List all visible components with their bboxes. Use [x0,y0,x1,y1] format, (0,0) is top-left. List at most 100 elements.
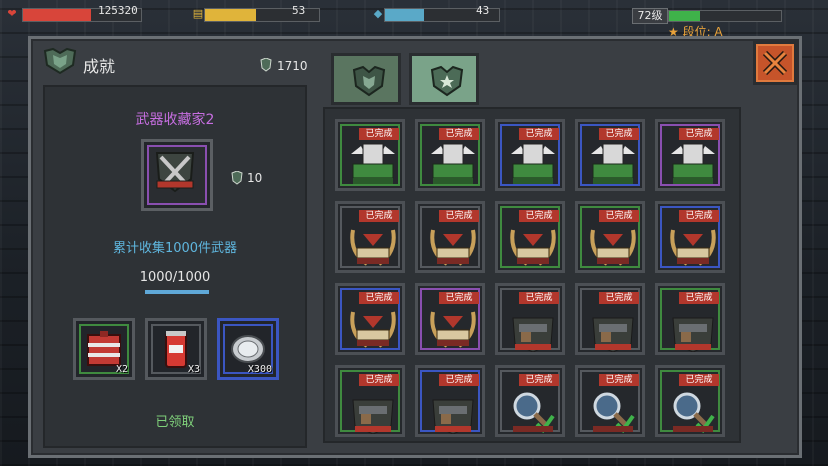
achievement-point-icon [260,58,272,72]
achievement-detail: 武器收藏家2 10 累计收集1000件武器 1000/1000 X2 X3 X3… [43,85,307,448]
achievement-cell[interactable]: 已完成 [415,201,485,273]
achievement-icon-border [147,145,207,205]
health-bar-fill [23,9,92,21]
achievement-cell[interactable]: 已完成 [495,119,565,191]
magnifier-badge-icon [513,392,555,434]
energy-value: 53 [292,4,306,17]
winged-trophy-icon [591,143,635,184]
reward-qty: X3 [187,364,200,375]
heart-icon: ❤ [7,7,17,20]
completed-badge: 已完成 [359,128,399,140]
laurel-badge-icon [350,311,396,348]
completed-badge: 已完成 [359,292,399,304]
crossed-swords-icon [155,152,195,193]
achievement-name: 武器收藏家2 [135,112,215,128]
completed-badge: 已完成 [439,210,479,222]
completed-badge: 已完成 [519,210,559,222]
close-button[interactable] [753,41,797,85]
achievement-points: 1710 [277,59,308,73]
laurel-badge-icon [670,229,716,266]
player-level: 72级 [632,8,668,24]
achievement-cell[interactable]: 已完成 [655,365,725,437]
achievement-description: 累计收集1000件武器 [112,241,238,256]
magnifier-badge-icon [673,392,715,434]
achievements-panel: 成就 1710 武器收藏家2 10 累计收集1000件武器 1000/1000 … [28,36,802,458]
achievement-cell[interactable]: 已完成 [655,119,725,191]
achievement-shield-icon [43,47,77,75]
reward-point-icon [231,171,243,185]
xp-bar-fill [669,11,701,21]
achievement-cell[interactable]: 已完成 [415,365,485,437]
gun-badge-icon [352,399,394,434]
completed-badge: 已完成 [359,210,399,222]
completed-badge: 已完成 [359,374,399,386]
achievement-cell[interactable]: 已完成 [495,365,565,437]
reward-item-crate[interactable]: X2 [73,318,135,380]
completed-badge: 已完成 [439,128,479,140]
achievement-cell[interactable]: 已完成 [575,201,645,273]
laurel-badge-icon [350,229,396,266]
tab-achievements-1[interactable] [331,53,401,105]
gun-badge-icon [432,399,474,434]
achievement-cell[interactable]: 已完成 [335,201,405,273]
completed-badge: 已完成 [599,210,639,222]
reward-qty: X2 [115,364,128,375]
gun-badge-icon [592,317,634,352]
completed-badge: 已完成 [599,374,639,386]
reward-qty: X300 [247,364,272,375]
mana-bar-fill [385,9,424,21]
completed-badge: 已完成 [519,292,559,304]
achievement-cell[interactable]: 已完成 [335,119,405,191]
progress-bar-fill [145,290,209,294]
winged-trophy-icon [431,143,475,184]
completed-badge: 已完成 [599,292,639,304]
shield-star-icon [430,65,464,97]
reward-points: 10 [247,171,263,185]
winged-trophy-icon [511,143,555,184]
energy-icon: ▤ [192,7,204,20]
completed-badge: 已完成 [439,292,479,304]
completed-badge: 已完成 [439,374,479,386]
energy-bar-fill [205,9,257,21]
magnifier-badge-icon [593,392,635,434]
laurel-badge-icon [590,229,636,266]
achievement-cell[interactable]: 已完成 [655,283,725,355]
winged-trophy-icon [671,143,715,184]
laurel-badge-icon [430,229,476,266]
achievement-cell[interactable]: 已完成 [495,201,565,273]
gun-badge-icon [512,317,554,352]
close-icon [762,50,788,76]
laurel-badge-icon [510,229,556,266]
mana-value: 43 [476,4,490,17]
claim-status: 已领取 [155,415,195,430]
gun-badge-icon [672,317,714,352]
achievement-cell[interactable]: 已完成 [495,283,565,355]
achievement-cell[interactable]: 已完成 [415,119,485,191]
achievement-grid: 已完成 已完成 已完成 已完成 已完成 已完成 已完成 已完成 已完成 已完成 已完成 已完成 已完成已… [323,107,741,443]
tab-achievements-2[interactable] [409,53,479,105]
completed-badge: 已完成 [519,374,559,386]
panel-title: 成就 [83,57,116,76]
achievement-cell[interactable]: 已完成 [335,365,405,437]
completed-badge: 已完成 [519,128,559,140]
reward-item-coins[interactable]: X300 [217,318,279,380]
xp-bar [668,10,782,22]
achievement-cell[interactable]: 已完成 [575,365,645,437]
achievement-cell[interactable]: 已完成 [575,283,645,355]
completed-badge: 已完成 [679,210,719,222]
shield-emblem-icon [352,65,386,97]
mana-drop-icon: ◆ [373,7,383,20]
progress-text: 1000/1000 [139,270,211,285]
completed-badge: 已完成 [679,374,719,386]
winged-trophy-icon [351,143,395,184]
reward-item-soda[interactable]: X3 [145,318,207,380]
laurel-badge-icon [430,311,476,348]
achievement-cell[interactable]: 已完成 [655,201,725,273]
completed-badge: 已完成 [599,128,639,140]
achievement-cell[interactable]: 已完成 [415,283,485,355]
completed-badge: 已完成 [679,292,719,304]
completed-badge: 已完成 [679,128,719,140]
achievement-cell[interactable]: 已完成 [335,283,405,355]
progress-bar [145,290,209,294]
achievement-cell[interactable]: 已完成 [575,119,645,191]
